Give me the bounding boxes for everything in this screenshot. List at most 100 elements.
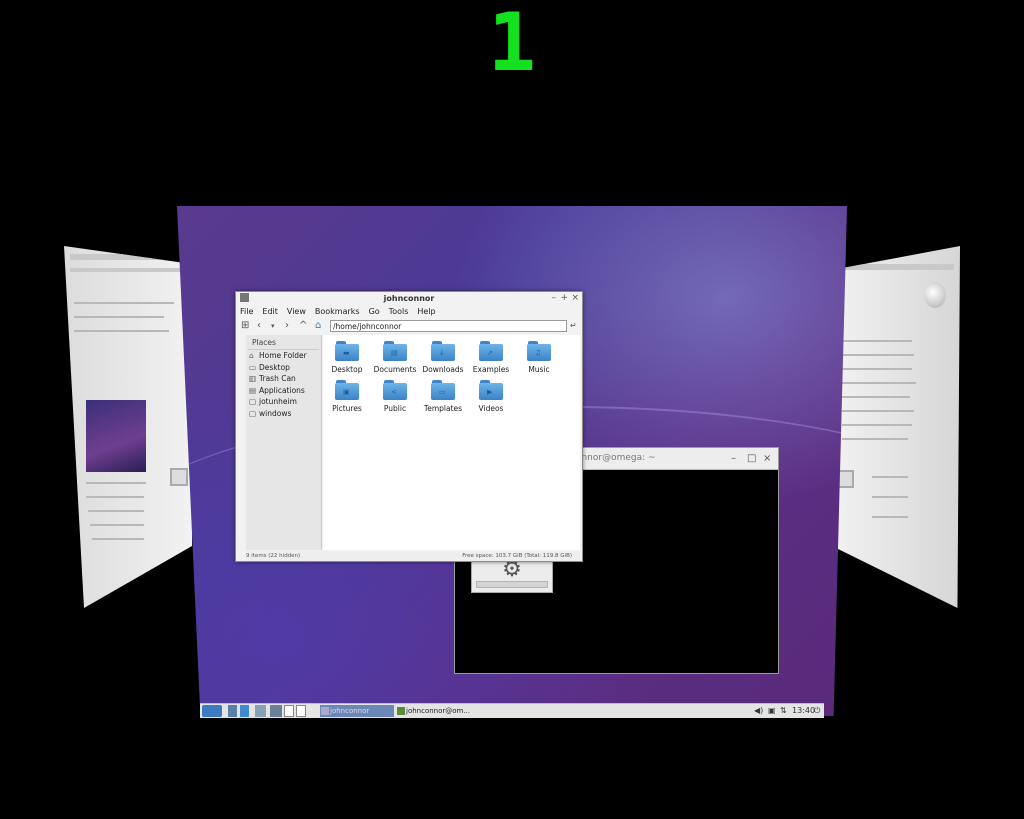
folder-icon: < xyxy=(383,380,407,400)
text-line xyxy=(90,524,144,526)
home-icon[interactable]: ⌂ xyxy=(315,320,321,332)
terminal-icon xyxy=(397,707,405,715)
folder-icon xyxy=(321,707,329,715)
display-icon[interactable]: ▣ xyxy=(768,704,776,718)
folder-item[interactable]: ♫ Music xyxy=(515,341,563,374)
file-manager-launcher-icon[interactable] xyxy=(228,705,237,717)
forward-arrow-icon[interactable]: › xyxy=(285,320,289,332)
sidebar-item-jotunheim[interactable]: ▢ jotunheim xyxy=(246,396,321,408)
text-line xyxy=(86,482,146,484)
new-tab-icon[interactable]: ⊞ xyxy=(241,320,249,332)
start-menu-button[interactable] xyxy=(202,705,222,717)
folder-item[interactable]: ▤ Documents xyxy=(371,341,419,374)
sidebar-item-label: Trash Can xyxy=(259,374,296,383)
folder-icon: ↓ xyxy=(431,341,455,361)
folder-item[interactable]: ▣ Pictures xyxy=(323,380,371,413)
item-count: 9 items (22 hidden) xyxy=(246,553,301,559)
taskbar-item-file-manager[interactable]: johnconnor xyxy=(320,705,394,717)
text-line xyxy=(74,302,174,304)
up-arrow-icon[interactable]: ^ xyxy=(299,320,307,332)
text-line xyxy=(872,476,908,478)
clock[interactable]: 13:40 xyxy=(792,704,815,718)
folder-item[interactable]: ▭ Templates xyxy=(419,380,467,413)
menu-bar: File Edit View Bookmarks Go Tools Help xyxy=(236,305,582,318)
folder-label: Music xyxy=(528,365,550,374)
menu-file[interactable]: File xyxy=(240,305,253,318)
menu-tools[interactable]: Tools xyxy=(389,305,409,318)
drive-icon: ▢ xyxy=(249,408,257,418)
history-dropdown-icon[interactable]: ▾ xyxy=(271,320,275,332)
workspace-2-icon[interactable] xyxy=(296,705,306,717)
menu-help[interactable]: Help xyxy=(417,305,435,318)
file-manager-titlebar[interactable]: johnconnor – + × xyxy=(236,292,582,305)
minimize-icon[interactable]: – xyxy=(552,292,557,305)
workspace-1-icon[interactable] xyxy=(284,705,294,717)
folder-label: Videos xyxy=(478,404,504,413)
menu-view[interactable]: View xyxy=(287,305,306,318)
folder-item[interactable]: ▬ Desktop xyxy=(323,341,371,374)
text-line xyxy=(842,382,916,384)
taskbar-item-terminal[interactable]: johnconnor@om... xyxy=(396,705,476,717)
text-line xyxy=(92,538,144,540)
workspace-switcher-icon[interactable] xyxy=(270,705,282,717)
folder-label: Public xyxy=(383,404,407,413)
file-view[interactable]: ▬ Desktop ▤ Documents ↓ Downloads ↗ Examples… xyxy=(323,335,580,550)
maximize-icon[interactable]: + xyxy=(560,292,568,305)
sidebar-item-trash[interactable]: ▥ Trash Can xyxy=(246,373,321,385)
sidebar-item-applications[interactable]: ▤ Applications xyxy=(246,385,321,397)
close-icon[interactable]: × xyxy=(763,448,771,469)
sidebar-item-windows[interactable]: ▢ windows xyxy=(246,408,321,420)
text-line xyxy=(842,340,912,342)
folder-item[interactable]: < Public xyxy=(371,380,419,413)
right-cube-face[interactable] xyxy=(832,246,960,608)
folder-label: Downloads xyxy=(422,365,464,374)
task-label: johnconnor@om... xyxy=(406,707,471,715)
text-line xyxy=(842,354,914,356)
show-desktop-icon[interactable] xyxy=(255,705,266,717)
close-icon[interactable]: × xyxy=(571,292,579,305)
places-sidebar: Places ⌂ Home Folder ▭ Desktop ▥ Trash Can … xyxy=(246,335,322,550)
browser-toolbar xyxy=(838,264,954,270)
folder-icon: ▣ xyxy=(335,380,359,400)
text-line xyxy=(872,516,908,518)
volume-icon[interactable]: ◀) xyxy=(754,704,763,718)
folder-item[interactable]: ↗ Examples xyxy=(467,341,515,374)
wikipedia-globe-icon xyxy=(924,282,946,308)
text-line xyxy=(842,438,908,440)
menu-edit[interactable]: Edit xyxy=(262,305,278,318)
places-header: Places xyxy=(248,335,319,350)
power-icon[interactable]: ⏻ xyxy=(814,704,820,718)
menu-bookmarks[interactable]: Bookmarks xyxy=(315,305,360,318)
text-line xyxy=(842,368,912,370)
left-cube-face[interactable] xyxy=(64,246,192,608)
text-line xyxy=(842,396,910,398)
text-line xyxy=(842,424,912,426)
folder-item[interactable]: ▶ Videos xyxy=(467,380,515,413)
sidebar-item-label: jotunheim xyxy=(259,397,297,406)
progress-bar xyxy=(476,581,548,588)
folder-icon: ▤ xyxy=(383,341,407,361)
workspace-number: 1 xyxy=(487,0,537,89)
minimize-icon[interactable]: – xyxy=(731,448,736,469)
back-arrow-icon[interactable]: ‹ xyxy=(257,320,261,332)
menu-go[interactable]: Go xyxy=(369,305,380,318)
sidebar-item-home[interactable]: ⌂ Home Folder xyxy=(246,350,321,362)
folder-item[interactable]: ↓ Downloads xyxy=(419,341,467,374)
folder-label: Documents xyxy=(373,365,417,374)
folder-label: Desktop xyxy=(331,365,363,374)
file-manager-window[interactable]: johnconnor – + × File Edit View Bookmark… xyxy=(235,291,583,562)
sidebar-item-desktop[interactable]: ▭ Desktop xyxy=(246,362,321,374)
file-manager-body: Places ⌂ Home Folder ▭ Desktop ▥ Trash Can … xyxy=(246,335,580,550)
folder-label: Examples xyxy=(472,365,510,374)
browser-launcher-icon[interactable] xyxy=(240,705,249,717)
free-space: Free space: 103.7 GiB (Total: 119.8 GiB) xyxy=(462,553,572,559)
folder-label: Templates xyxy=(423,404,463,413)
status-bar: 9 items (22 hidden) Free space: 103.7 Gi… xyxy=(246,551,580,561)
drive-icon: ▢ xyxy=(249,397,257,406)
go-arrow-icon[interactable]: ↵ xyxy=(570,320,577,332)
taskbar-panel: johnconnor johnconnor@om... ◀) ▣ ⇅ 13:40… xyxy=(200,703,824,718)
location-bar[interactable]: /home/johnconnor xyxy=(330,320,567,332)
maximize-icon[interactable]: □ xyxy=(747,448,756,469)
task-label: johnconnor xyxy=(330,707,370,715)
network-icon[interactable]: ⇅ xyxy=(780,704,787,718)
